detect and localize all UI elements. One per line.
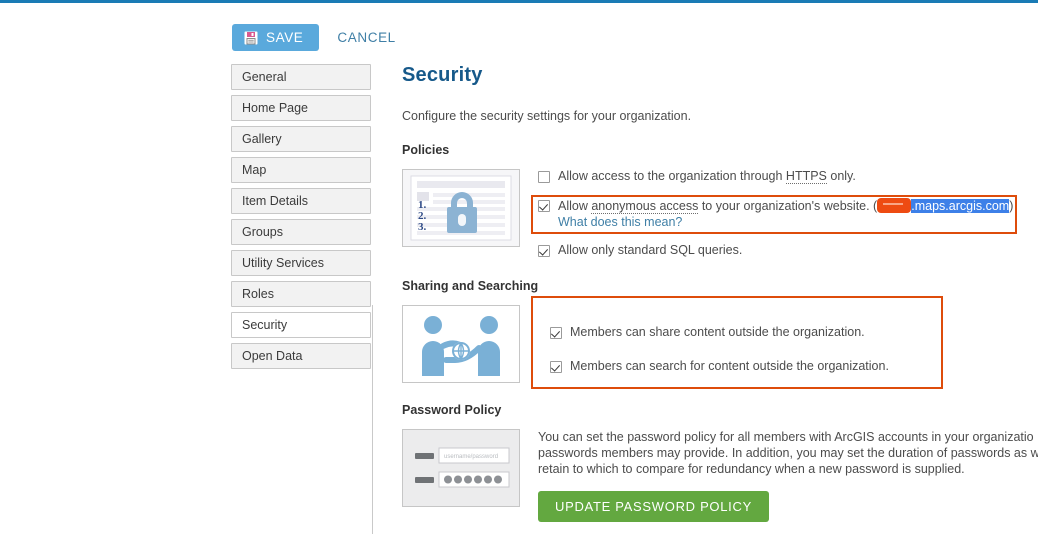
sidebar-item-general[interactable]: General <box>231 64 371 90</box>
padlock-document-icon: 1. 2. 3. <box>402 169 520 247</box>
settings-sidebar: General Home Page Gallery Map Item Detai… <box>231 64 371 374</box>
login-form-icon: username/password <box>402 429 520 507</box>
highlight-box-anonymous-access <box>531 195 1017 234</box>
save-button-label: SAVE <box>266 30 304 45</box>
sidebar-item-groups[interactable]: Groups <box>231 219 371 245</box>
sidebar-item-roles[interactable]: Roles <box>231 281 371 307</box>
top-accent-bar <box>0 0 1038 3</box>
policy-row-sql: Allow only standard SQL queries. <box>538 243 1038 257</box>
sharing-heading: Sharing and Searching <box>402 279 539 293</box>
sidebar-item-home-page[interactable]: Home Page <box>231 95 371 121</box>
floppy-disk-icon <box>244 31 258 45</box>
password-policy-line-3: retain to which to compare for redundanc… <box>538 462 965 476</box>
svg-text:username/password: username/password <box>444 454 498 460</box>
https-only-label: Allow access to the organization through… <box>558 169 856 184</box>
people-sharing-globe-icon <box>402 305 520 383</box>
password-policy-block: username/password You can set the passwo… <box>402 429 1038 522</box>
policies-heading: Policies <box>402 143 450 157</box>
https-only-checkbox[interactable] <box>538 171 550 183</box>
save-button[interactable]: SAVE <box>232 24 320 51</box>
content-divider <box>372 305 373 534</box>
password-policy-heading: Password Policy <box>402 403 502 417</box>
sidebar-item-map[interactable]: Map <box>231 157 371 183</box>
policy-row-https: Allow access to the organization through… <box>538 169 1038 184</box>
sidebar-item-gallery[interactable]: Gallery <box>231 126 371 152</box>
password-policy-line-1: You can set the password policy for all … <box>538 430 1034 444</box>
https-only-text-after: only. <box>826 169 856 183</box>
sidebar-item-utility-services[interactable]: Utility Services <box>231 250 371 276</box>
highlight-box-sharing-options <box>531 296 943 389</box>
sidebar-item-security[interactable]: Security <box>231 312 371 338</box>
update-password-policy-button[interactable]: UPDATE PASSWORD POLICY <box>538 491 769 522</box>
https-only-text-before: Allow access to the organization through <box>558 169 786 183</box>
page-description: Configure the security settings for your… <box>402 109 692 123</box>
security-settings-panel: Security Configure the security settings… <box>402 64 1038 522</box>
sidebar-item-item-details[interactable]: Item Details <box>231 188 371 214</box>
password-policy-line-2: passwords members may provide. In additi… <box>538 446 1038 460</box>
cancel-button[interactable]: CANCEL <box>337 30 395 45</box>
sidebar-item-open-data[interactable]: Open Data <box>231 343 371 369</box>
editor-toolbar: SAVE CANCEL <box>232 24 396 51</box>
https-term[interactable]: HTTPS <box>785 169 827 184</box>
svg-text:3.: 3. <box>418 221 427 233</box>
standard-sql-label: Allow only standard SQL queries. <box>558 243 743 257</box>
standard-sql-checkbox[interactable] <box>538 245 550 257</box>
page-title: Security <box>402 64 483 86</box>
